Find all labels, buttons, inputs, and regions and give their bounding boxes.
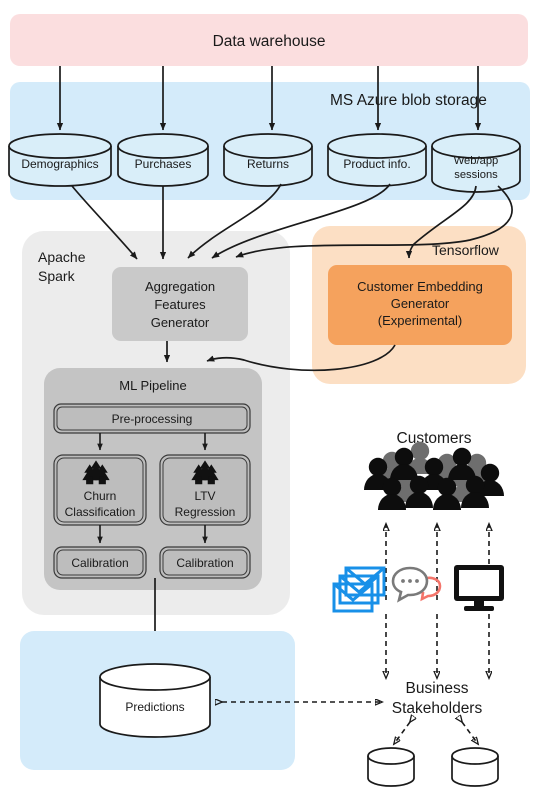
source-label-product-info: Product info. <box>343 157 410 171</box>
monitor-icon <box>454 565 504 611</box>
source-label-web-sessions-line1: Web/app <box>454 155 499 167</box>
architecture-diagram: Data warehouse MS Azure blob storage Dem… <box>8 14 530 787</box>
churn-calibration-box[interactable]: Calibration <box>53 546 147 579</box>
embedding-label-line2: Generator <box>391 296 450 311</box>
source-label-web-sessions-line2: sessions <box>454 169 498 181</box>
source-cylinder-purchases[interactable]: Purchases <box>117 133 209 187</box>
customers-crowd-icon <box>364 441 504 510</box>
aggregation-label-line2: Features <box>154 297 206 312</box>
source-cylinder-returns[interactable]: Returns <box>223 133 313 187</box>
spark-zone-label-line1: Apache <box>38 249 86 265</box>
churn-label-line1: Churn <box>84 489 117 503</box>
stakeholders-label-line2: Stakeholders <box>392 700 483 717</box>
aggregation-label-line3: Generator <box>151 315 210 330</box>
ltv-label-line2: Regression <box>175 505 236 519</box>
aggregation-label-line1: Aggregation <box>145 279 215 294</box>
embedding-label-line1: Customer Embedding <box>357 279 483 294</box>
aggregation-features-generator-box[interactable]: Aggregation Features Generator <box>112 267 248 341</box>
churn-calibration-label: Calibration <box>71 556 128 570</box>
source-cylinder-product-info[interactable]: Product info. <box>327 133 427 187</box>
source-label-purchases: Purchases <box>135 157 192 171</box>
churn-label-line2: Classification <box>65 505 136 519</box>
ltv-regression-box[interactable]: LTV Regression <box>159 454 251 526</box>
stakeholders-label-line1: Business <box>406 680 469 697</box>
diagram-canvas: Data warehouse MS Azure blob storage Dem… <box>0 0 546 806</box>
stakeholder-db-arrows <box>394 722 478 744</box>
stakeholders-to-channel-arrows <box>386 614 489 678</box>
source-cylinder-web-sessions[interactable]: Web/app sessions <box>431 133 521 193</box>
ltv-calibration-box[interactable]: Calibration <box>159 546 251 579</box>
ml-pipeline-title: ML Pipeline <box>119 378 186 393</box>
source-label-demographics: Demographics <box>21 157 98 171</box>
churn-classification-box[interactable]: Churn Classification <box>53 454 147 526</box>
predictions-cylinder[interactable]: Predictions <box>99 663 211 738</box>
spark-zone-label-line2: Spark <box>38 268 76 284</box>
stakeholder-cylinder-right[interactable] <box>451 747 499 787</box>
ltv-calibration-label: Calibration <box>176 556 233 570</box>
data-warehouse-label: Data warehouse <box>213 33 326 50</box>
embedding-label-line3: (Experimental) <box>378 313 463 328</box>
ltv-label-line1: LTV <box>194 489 215 503</box>
zone-data-warehouse: Data warehouse <box>10 14 528 66</box>
preprocessing-label: Pre-processing <box>112 412 193 426</box>
customers-label: Customers <box>397 430 472 447</box>
preprocessing-box[interactable]: Pre-processing <box>53 403 251 434</box>
source-cylinder-demographics[interactable]: Demographics <box>8 133 112 187</box>
chat-bubbles-icon <box>391 566 442 603</box>
azure-zone-label: MS Azure blob storage <box>330 92 487 109</box>
stakeholder-cylinder-left[interactable] <box>367 747 415 787</box>
zone-tensorflow: Tensorflow Customer Embedding Generator … <box>312 226 526 384</box>
ml-pipeline-box: ML Pipeline Pre-processing Churn Classif… <box>44 368 262 590</box>
source-label-returns: Returns <box>247 157 289 171</box>
email-stack-icon <box>332 566 386 613</box>
tensorflow-zone-label: Tensorflow <box>432 242 500 258</box>
predictions-label: Predictions <box>125 700 184 714</box>
